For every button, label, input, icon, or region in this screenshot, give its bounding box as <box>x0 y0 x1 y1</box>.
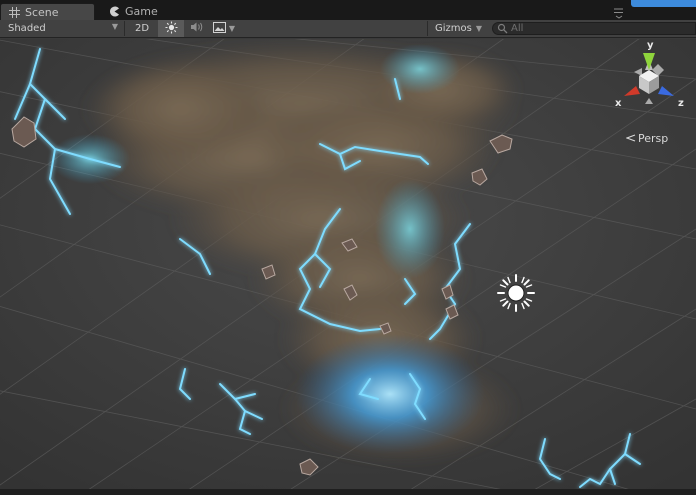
orientation-gizmo[interactable]: y x z <box>612 40 686 120</box>
axis-x-cone[interactable] <box>624 86 640 96</box>
axis-y-cone[interactable] <box>643 53 655 70</box>
chevron-down-icon: ▼ <box>228 24 236 33</box>
image-effects-icon <box>212 21 226 36</box>
game-pacman-icon <box>107 5 121 19</box>
mode-2d-label: 2D <box>134 23 150 34</box>
window-control-button[interactable] <box>631 0 696 7</box>
tab-options-icon[interactable] <box>612 4 626 19</box>
tab-scene[interactable]: Scene <box>0 3 95 20</box>
gizmos-label: Gizmos <box>435 23 472 34</box>
tab-game-label: Game <box>125 5 158 18</box>
audio-toggle[interactable] <box>186 20 208 37</box>
axis-z-label: z <box>678 98 684 109</box>
tab-game[interactable]: Game <box>101 3 181 20</box>
toolbar-divider <box>124 21 125 36</box>
projection-toggle[interactable]: Persp <box>625 132 669 145</box>
axis-x-label: x <box>615 98 622 109</box>
projection-label: Persp <box>638 132 669 145</box>
scene-viewport[interactable]: y x z Persp <box>0 39 696 489</box>
window-bottom-border <box>0 489 696 495</box>
chevron-down-icon: ▼ <box>475 24 483 33</box>
tab-bar: Scene Game <box>0 0 696 20</box>
chevron-down-icon: ▼ <box>111 22 118 31</box>
shading-mode-dropdown[interactable]: Shaded ▼ <box>4 20 122 37</box>
search-placeholder: All <box>511 23 524 34</box>
audio-icon <box>190 21 204 36</box>
energy-glow <box>380 44 460 94</box>
tab-scene-label: Scene <box>25 5 59 19</box>
effects-dropdown[interactable]: ▼ <box>210 20 238 37</box>
search-icon <box>497 23 509 35</box>
energy-core-glow <box>295 334 485 454</box>
scene-toolbar: Shaded ▼ 2D ▼ Gizmos ▼ All <box>0 20 696 38</box>
directional-light-icon[interactable] <box>495 272 537 314</box>
perspective-chevron-icon <box>625 132 636 145</box>
mode-2d-button[interactable]: 2D <box>128 20 156 37</box>
sun-icon <box>165 21 178 37</box>
scene-window: Scene Game Shaded ▼ 2D ▼ Gizmos ▼ All y … <box>0 0 696 495</box>
scene-render <box>0 39 696 489</box>
toolbar-divider <box>427 21 428 36</box>
axis-z-cone[interactable] <box>658 86 674 96</box>
lighting-toggle[interactable] <box>158 20 184 37</box>
energy-glow <box>375 179 445 279</box>
scene-grid-icon <box>7 5 21 19</box>
gizmos-dropdown[interactable]: Gizmos ▼ <box>430 20 486 37</box>
search-input[interactable]: All <box>492 22 696 35</box>
axis-y-label: y <box>647 40 654 51</box>
shading-mode-label: Shaded <box>8 23 46 34</box>
